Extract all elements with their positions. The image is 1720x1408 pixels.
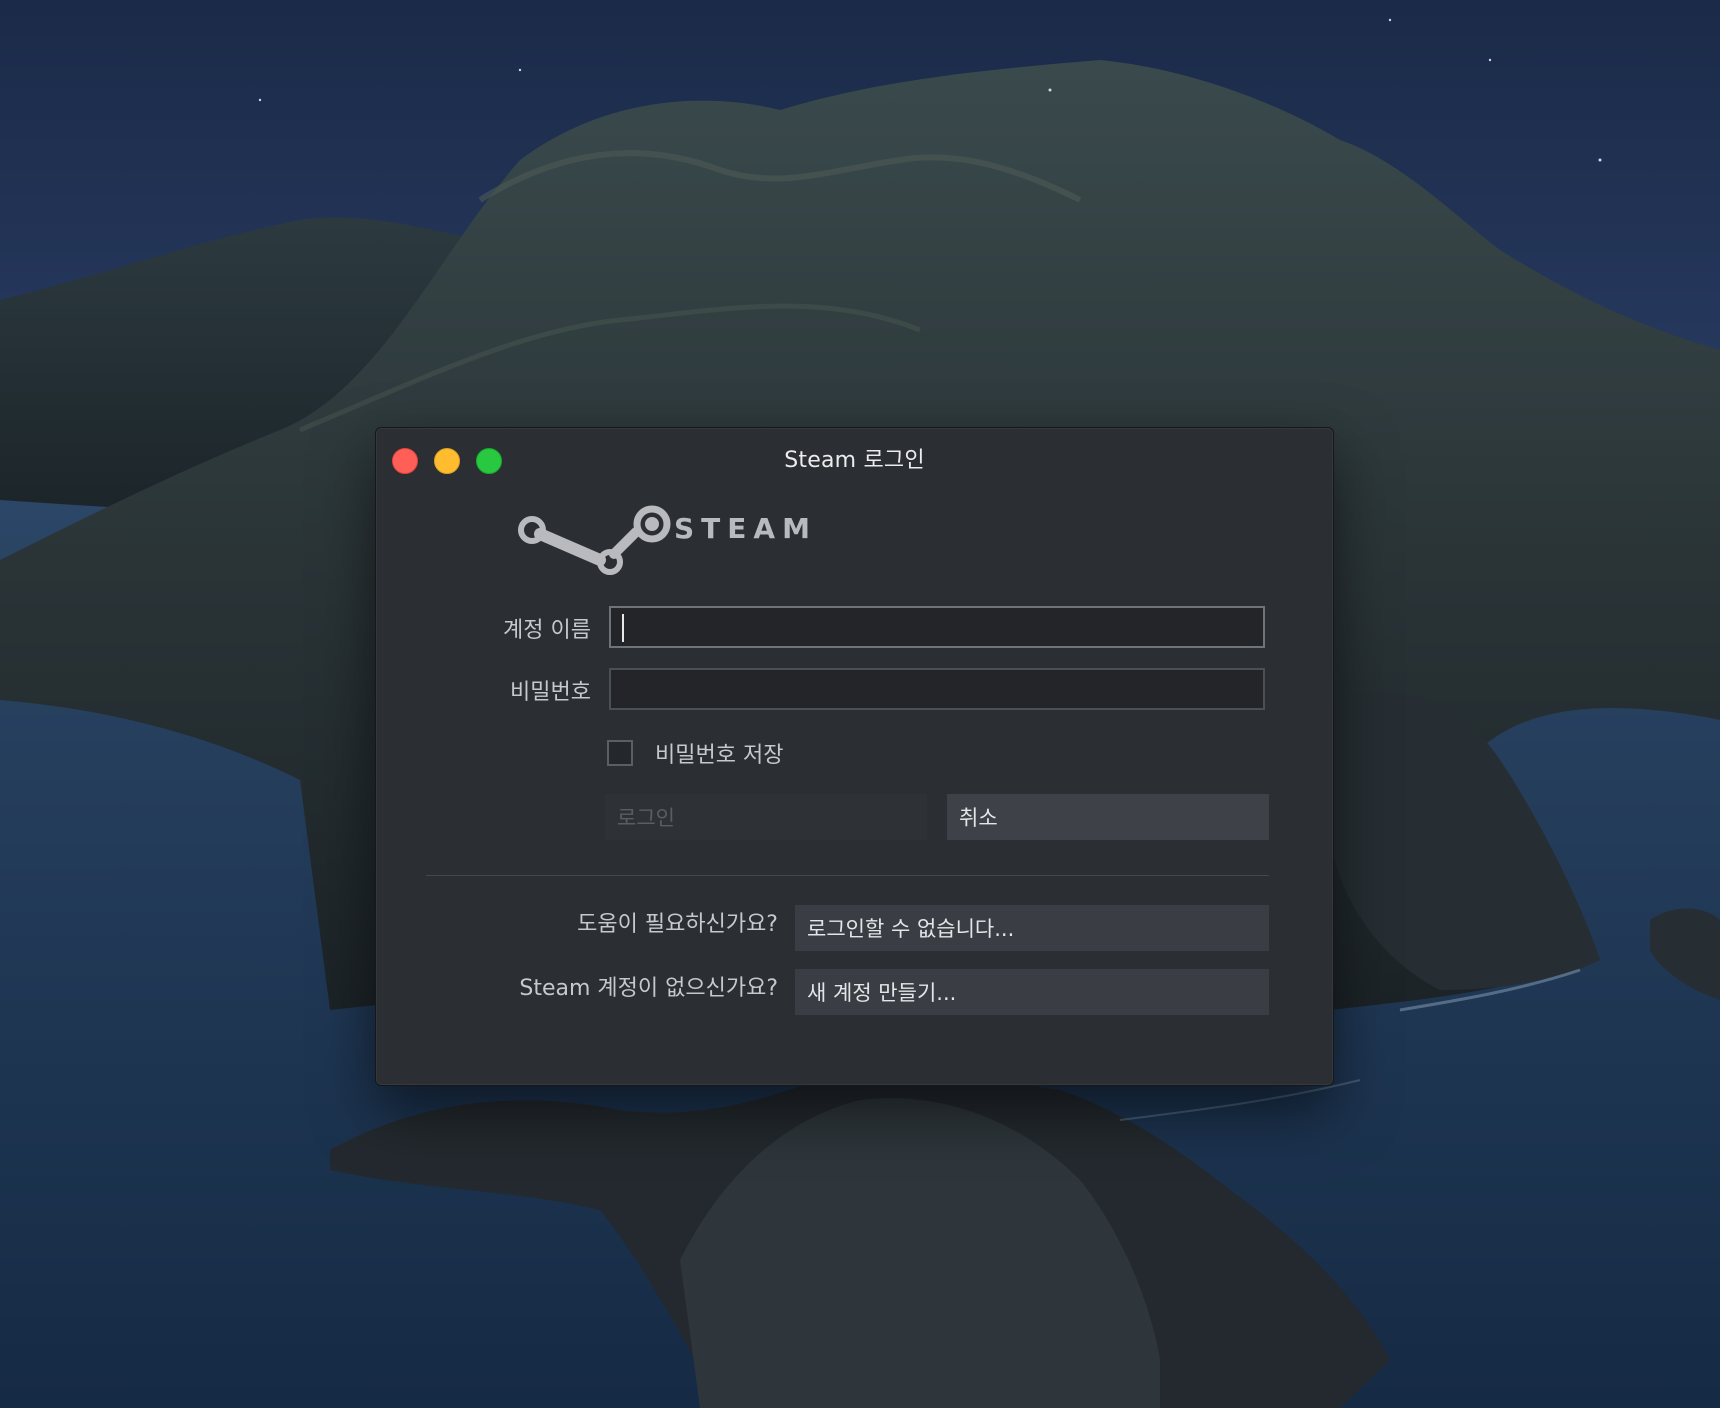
create-account-button[interactable]: 새 계정 만들기... <box>795 969 1269 1015</box>
login-button[interactable]: 로그인 <box>605 794 927 840</box>
account-name-input[interactable] <box>609 606 1265 648</box>
title-bar[interactable]: Steam 로그인 <box>376 428 1333 480</box>
remember-password-label[interactable]: 비밀번호 저장 <box>655 737 783 769</box>
need-help-label: 도움이 필요하신가요? <box>577 912 778 937</box>
cancel-button[interactable]: 취소 <box>947 794 1269 840</box>
password-label: 비밀번호 <box>510 680 591 705</box>
divider <box>426 875 1269 876</box>
password-input[interactable] <box>609 668 1265 710</box>
steam-login-window: Steam 로그인 STEAM 계정 이름 비밀번호 비밀번호 저장 로그인 취… <box>375 427 1334 1086</box>
window-title: Steam 로그인 <box>784 448 925 473</box>
text-caret <box>622 614 624 642</box>
remember-password-checkbox[interactable] <box>607 740 633 766</box>
steam-wordmark: STEAM <box>674 512 817 545</box>
account-name-label: 계정 이름 <box>503 618 591 643</box>
cant-login-button[interactable]: 로그인할 수 없습니다... <box>795 905 1269 951</box>
no-account-label: Steam 계정이 없으신가요? <box>519 976 778 1001</box>
